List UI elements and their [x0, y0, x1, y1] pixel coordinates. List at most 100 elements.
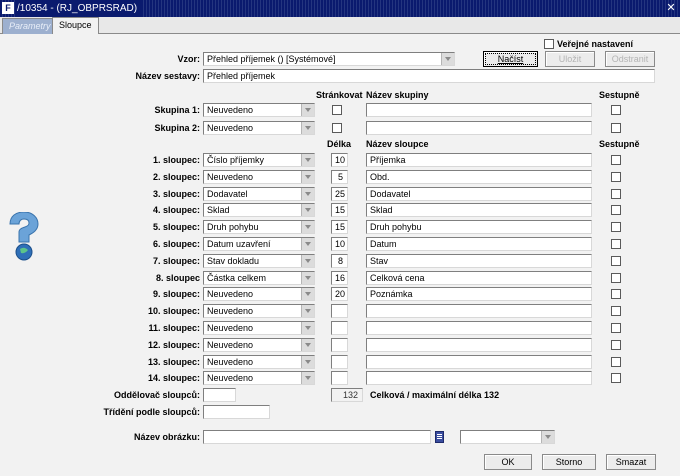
sloupec-2-name-input[interactable]: Obd.	[366, 170, 592, 184]
sloupec-13-sestupne-checkbox[interactable]	[611, 357, 621, 367]
sloupec-11-select[interactable]: Neuvedeno	[203, 321, 315, 335]
skupina-2-select[interactable]: Neuvedeno	[203, 121, 315, 135]
sloupec-1-label: 1. sloupec:	[152, 155, 200, 165]
sloupec-5-delka-input[interactable]: 15	[331, 220, 348, 234]
sloupec-13-select[interactable]: Neuvedeno	[203, 355, 315, 369]
sloupec-10-sestupne-checkbox[interactable]	[611, 306, 621, 316]
sloupec-8-name-input[interactable]: Celková cena	[366, 271, 592, 285]
sloupec-6-name-input[interactable]: Datum	[366, 237, 592, 251]
list-icon[interactable]	[435, 431, 444, 443]
smazat-button[interactable]: Smazat	[606, 454, 656, 470]
sloupec-11-delka-input[interactable]	[331, 321, 348, 335]
sloupec-5-select-value: Druh pohybu	[207, 222, 259, 232]
skupina-1-name-input[interactable]	[366, 103, 592, 117]
sloupec-8-label: 8. sloupec	[155, 273, 200, 283]
sloupec-9-name-input[interactable]: Poznámka	[366, 287, 592, 301]
sloupec-1-name-input[interactable]: Příjemka	[366, 153, 592, 167]
skupina-2-strankovat-checkbox[interactable]	[332, 123, 342, 133]
sloupec-11-sestupne-checkbox[interactable]	[611, 323, 621, 333]
skupina-2-sestupne-checkbox[interactable]	[611, 123, 621, 133]
tab-parametry[interactable]: Parametry	[2, 18, 58, 34]
nacist-button[interactable]: Načíst	[483, 51, 538, 67]
sloupec-10-name-input[interactable]	[366, 304, 592, 318]
strankovat-header: Stránkovat	[316, 90, 363, 100]
skupina-2-name-input[interactable]	[366, 121, 592, 135]
sloupec-1-delka-input[interactable]: 10	[331, 153, 348, 167]
app-logo-icon: F	[2, 2, 14, 14]
sloupec-5-sestupne-checkbox[interactable]	[611, 222, 621, 232]
sloupec-4-delka-input[interactable]: 15	[331, 203, 348, 217]
skupina-1-sestupne-checkbox[interactable]	[611, 105, 621, 115]
ok-button[interactable]: OK	[484, 454, 532, 470]
chevron-down-icon	[301, 122, 314, 134]
sloupec-12-select[interactable]: Neuvedeno	[203, 338, 315, 352]
sloupec-3-name-input[interactable]: Dodavatel	[366, 187, 592, 201]
tab-sloupce[interactable]: Sloupce	[52, 17, 99, 35]
sloupec-2-select[interactable]: Neuvedeno	[203, 170, 315, 184]
sloupec-14-select[interactable]: Neuvedeno	[203, 371, 315, 385]
sloupec-7-name-input[interactable]: Stav	[366, 254, 592, 268]
sloupec-13-name-input[interactable]	[366, 355, 592, 369]
verejne-checkbox[interactable]	[544, 39, 554, 49]
sloupec-7-delka-input[interactable]: 8	[331, 254, 348, 268]
odstranit-button[interactable]: Odstranit	[605, 51, 655, 67]
sloupec-10-delka-input[interactable]	[331, 304, 348, 318]
skupina-1-strankovat-checkbox[interactable]	[332, 105, 342, 115]
sloupec-8-select-value: Částka celkem	[207, 273, 267, 283]
sloupec-5-name-input[interactable]: Druh pohybu	[366, 220, 592, 234]
sloupec-1-select[interactable]: Číslo příjemky	[203, 153, 315, 167]
sloupec-7-select[interactable]: Stav dokladu	[203, 254, 315, 268]
sloupec-2-sestupne-checkbox[interactable]	[611, 172, 621, 182]
sloupec-9-select-value: Neuvedeno	[207, 289, 254, 299]
sloupec-7-label: 7. sloupec:	[152, 256, 200, 266]
sloupec-13-delka-input[interactable]	[331, 355, 348, 369]
skupina-2-select-value: Neuvedeno	[207, 123, 254, 133]
chevron-down-icon	[301, 272, 314, 284]
chevron-down-icon	[301, 339, 314, 351]
delka-header: Délka	[327, 139, 352, 149]
sloupec-8-delka-input[interactable]: 16	[331, 271, 348, 285]
nazev-obrazku-input[interactable]	[203, 430, 431, 444]
sloupec-2-select-value: Neuvedeno	[207, 172, 254, 182]
sloupec-12-sestupne-checkbox[interactable]	[611, 340, 621, 350]
sloupec-3-select[interactable]: Dodavatel	[203, 187, 315, 201]
sloupec-12-delka-input[interactable]	[331, 338, 348, 352]
sloupec-8-sestupne-checkbox[interactable]	[611, 273, 621, 283]
oddelovac-input[interactable]	[203, 388, 236, 402]
chevron-down-icon	[301, 204, 314, 216]
chevron-down-icon	[301, 288, 314, 300]
vzor-select[interactable]: Přehled příjemek () [Systémové]	[203, 52, 455, 66]
sloupec-10-select[interactable]: Neuvedeno	[203, 304, 315, 318]
storno-button[interactable]: Storno	[542, 454, 596, 470]
sloupec-7-select-value: Stav dokladu	[207, 256, 260, 266]
ulozit-button[interactable]: Uložit	[545, 51, 595, 67]
sloupec-11-name-input[interactable]	[366, 321, 592, 335]
sloupec-14-name-input[interactable]	[366, 371, 592, 385]
nazev-obrazku-label: Název obrázku:	[133, 432, 200, 442]
sloupec-6-delka-input[interactable]: 10	[331, 237, 348, 251]
close-icon[interactable]: ✕	[665, 2, 677, 14]
sloupec-11-label: 11. sloupec:	[148, 323, 200, 333]
sloupec-5-select[interactable]: Druh pohybu	[203, 220, 315, 234]
nazev-sestavy-input[interactable]: Přehled příjemek	[203, 69, 655, 83]
sloupec-9-delka-input[interactable]: 20	[331, 287, 348, 301]
trideni-input[interactable]	[203, 405, 270, 419]
sloupec-12-name-input[interactable]	[366, 338, 592, 352]
sloupec-14-delka-input[interactable]	[331, 371, 348, 385]
sloupec-7-sestupne-checkbox[interactable]	[611, 256, 621, 266]
sloupec-6-select[interactable]: Datum uzavření	[203, 237, 315, 251]
obrazek-select[interactable]	[460, 430, 555, 444]
skupina-1-select[interactable]: Neuvedeno	[203, 103, 315, 117]
sloupec-4-name-input[interactable]: Sklad	[366, 203, 592, 217]
sloupec-4-select[interactable]: Sklad	[203, 203, 315, 217]
sloupec-1-sestupne-checkbox[interactable]	[611, 155, 621, 165]
sloupec-3-delka-input[interactable]: 25	[331, 187, 348, 201]
sloupec-4-sestupne-checkbox[interactable]	[611, 205, 621, 215]
sloupec-9-sestupne-checkbox[interactable]	[611, 289, 621, 299]
sloupec-6-sestupne-checkbox[interactable]	[611, 239, 621, 249]
sloupec-9-select[interactable]: Neuvedeno	[203, 287, 315, 301]
sloupec-3-sestupne-checkbox[interactable]	[611, 189, 621, 199]
sloupec-14-sestupne-checkbox[interactable]	[611, 373, 621, 383]
sloupec-8-select[interactable]: Částka celkem	[203, 271, 315, 285]
sloupec-2-delka-input[interactable]: 5	[331, 170, 348, 184]
